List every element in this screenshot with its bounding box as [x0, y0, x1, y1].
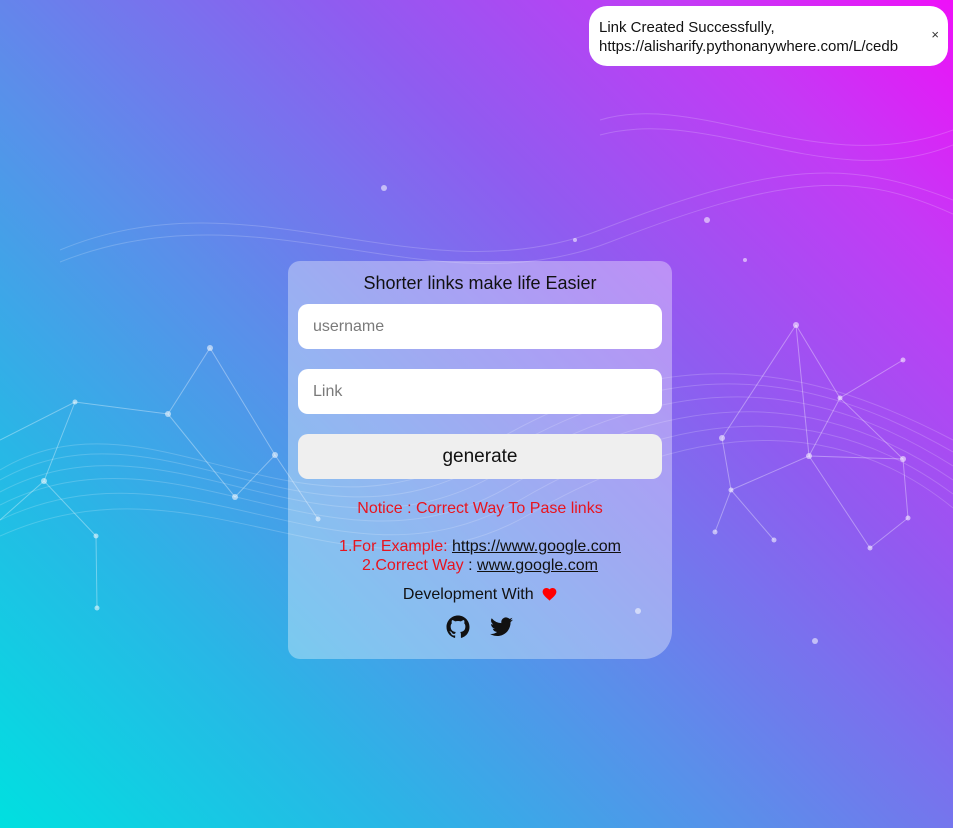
- social-links: [298, 615, 662, 639]
- examples-block: 1.For Example: https://www.google.com 2.…: [298, 537, 662, 575]
- development-text: Development With: [402, 586, 534, 603]
- notice-text: Notice : Correct Way To Pase links: [357, 500, 603, 517]
- development-credit: Development With: [298, 585, 662, 607]
- example2-separator: :: [468, 557, 473, 574]
- example1-label: 1.For Example:: [339, 538, 448, 555]
- example2-link[interactable]: www.google.com: [477, 557, 598, 574]
- github-icon[interactable]: [446, 615, 470, 639]
- card-title: Shorter links make life Easier: [363, 273, 597, 293]
- link-input[interactable]: [298, 369, 662, 414]
- twitter-icon[interactable]: [490, 615, 514, 639]
- example1-link[interactable]: https://www.google.com: [452, 538, 621, 555]
- generate-button[interactable]: generate: [298, 434, 662, 479]
- example2-label: 2.Correct Way: [362, 557, 464, 574]
- success-toast: Link Created Successfully, https://alish…: [589, 6, 948, 66]
- close-icon[interactable]: ×: [931, 28, 939, 41]
- link-shortener-card: Shorter links make life Easier generate …: [288, 261, 672, 659]
- username-input[interactable]: [298, 304, 662, 349]
- toast-message-line1: Link Created Successfully,: [599, 19, 775, 36]
- example-line-1: 1.For Example: https://www.google.com: [298, 537, 662, 556]
- example-line-2: 2.Correct Way : www.google.com: [298, 556, 662, 575]
- toast-message-line2: https://alisharify.pythonanywhere.com/L/…: [599, 38, 899, 55]
- heart-icon: [542, 587, 557, 607]
